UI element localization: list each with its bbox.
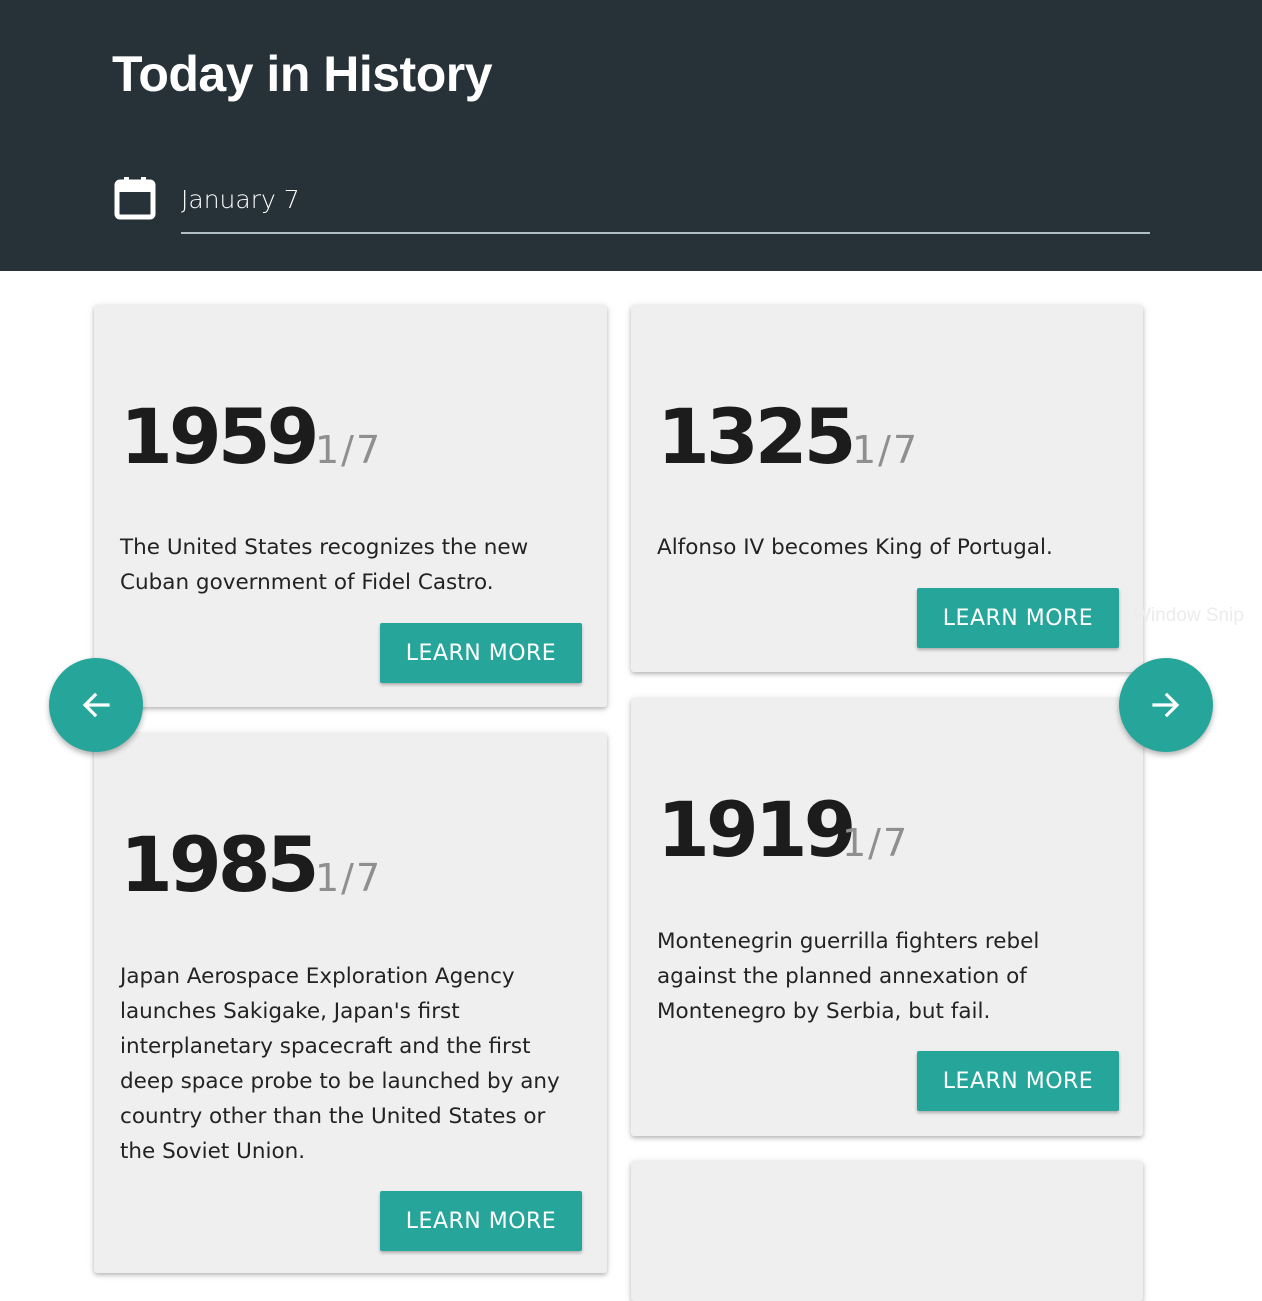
learn-more-button[interactable]: LEARN MORE [380,1191,582,1251]
event-year: 1919 [657,785,857,874]
event-year: 1959 [120,392,320,481]
event-date: 1/7 [842,821,910,865]
event-description: Montenegrin guerrilla fighters rebel aga… [657,929,1040,1024]
previous-button[interactable] [49,658,143,752]
learn-more-button[interactable]: LEARN MORE [917,588,1119,648]
learn-more-button[interactable]: LEARN MORE [380,623,582,683]
event-date: 1/7 [315,856,383,900]
event-description: The United States recognizes the new Cub… [120,535,529,595]
event-card: 1919 1/7 Montenegrin guerrilla fighters … [631,698,1143,1136]
next-button[interactable] [1119,658,1213,752]
date-input-value: January 7 [181,185,300,214]
event-card: 1325 1/7 Alfonso IV becomes King of Port… [631,305,1143,672]
event-year: 1985 [120,820,320,909]
event-description: Japan Aerospace Exploration Agency launc… [120,964,560,1164]
event-year: 1325 [657,392,857,481]
learn-more-button[interactable]: LEARN MORE [917,1051,1119,1111]
date-input[interactable]: January 7 [181,178,1150,234]
calendar-icon[interactable] [114,176,156,220]
event-date: 1/7 [315,428,383,472]
event-card: 1959 1/7 The United States recognizes th… [94,305,607,707]
event-description: Alfonso IV becomes King of Portugal. [657,535,1053,560]
event-date: 1/7 [852,428,920,472]
event-card [631,1161,1143,1301]
window-snip-overlay: Window Snip [1133,605,1244,626]
app-title: Today in History [112,46,493,102]
app-header: Today in History January 7 [0,0,1262,271]
event-card: 1985 1/7 Japan Aerospace Exploration Age… [94,733,607,1273]
